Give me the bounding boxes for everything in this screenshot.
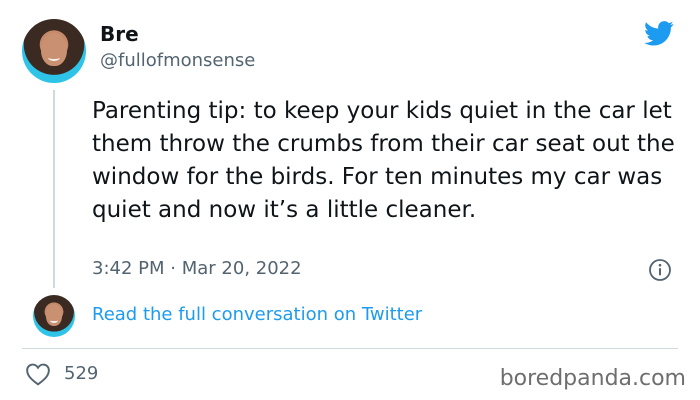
twitter-bird-icon[interactable] [642, 18, 676, 48]
timestamp-separator: · [170, 258, 176, 279]
avatar-face [41, 33, 67, 67]
info-icon[interactable] [648, 258, 672, 282]
divider [22, 348, 678, 349]
watermark: boredpanda.com [499, 366, 686, 391]
like-count[interactable]: 529 [64, 363, 98, 384]
author-handle[interactable]: @fullofmonsense [100, 50, 255, 71]
heart-icon[interactable] [25, 362, 51, 386]
tweet-date[interactable]: Mar 20, 2022 [182, 258, 302, 279]
tweet-timestamp[interactable]: 3:42 PM · Mar 20, 2022 [92, 258, 302, 279]
author-avatar[interactable] [22, 19, 86, 83]
read-conversation-link[interactable]: Read the full conversation on Twitter [92, 304, 422, 325]
thread-line [53, 90, 55, 288]
tweet-time[interactable]: 3:42 PM [92, 258, 165, 279]
tweet-text: Parenting tip: to keep your kids quiet i… [92, 98, 675, 223]
author-name[interactable]: Bre [100, 22, 139, 46]
reply-avatar[interactable] [33, 295, 75, 337]
